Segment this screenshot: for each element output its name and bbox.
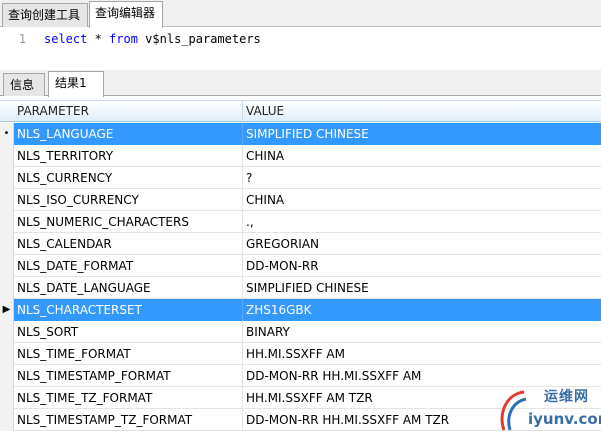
row-indicator[interactable] <box>0 233 14 255</box>
cell-parameter[interactable]: NLS_NUMERIC_CHARACTERS <box>14 211 243 233</box>
table-row[interactable]: NLS_DATE_FORMAT DD-MON-RR <box>0 255 601 277</box>
table-row[interactable]: NLS_ISO_CURRENCY CHINA <box>0 189 601 211</box>
cell-parameter[interactable]: NLS_TIMESTAMP_FORMAT <box>14 365 243 387</box>
cell-value[interactable]: ZHS16GBK <box>243 299 601 321</box>
cell-parameter[interactable]: NLS_ISO_CURRENCY <box>14 189 243 211</box>
watermark-name: 运维网 <box>544 389 589 405</box>
sql-editor[interactable]: 1 select * from v$nls_parameters <box>0 28 601 70</box>
tab-result-1[interactable]: 结果1 <box>48 71 104 97</box>
keyword-select: select <box>44 32 88 46</box>
table-row[interactable]: NLS_DATE_LANGUAGE SIMPLIFIED CHINESE <box>0 277 601 299</box>
table-row[interactable]: NLS_NUMERIC_CHARACTERS., <box>0 211 601 233</box>
cell-value[interactable]: GREGORIAN <box>243 233 601 255</box>
cell-parameter[interactable]: NLS_TIME_FORMAT <box>14 343 243 365</box>
cell-parameter[interactable]: NLS_SORT <box>14 321 243 343</box>
cell-value[interactable]: ., <box>243 211 601 233</box>
row-indicator[interactable] <box>0 343 14 365</box>
table-row[interactable]: NLS_CALENDAR GREGORIAN <box>0 233 601 255</box>
row-indicator[interactable] <box>0 387 14 409</box>
row-indicator[interactable] <box>0 277 14 299</box>
row-indicator[interactable] <box>0 365 14 387</box>
cell-parameter[interactable]: NLS_DATE_LANGUAGE <box>14 277 243 299</box>
keyword-from: from <box>109 32 138 46</box>
grid-header: PARAMETER VALUE <box>0 100 601 122</box>
watermark-url: iyunv.com <box>528 410 601 428</box>
row-indicator[interactable]: ▶ <box>0 299 14 321</box>
line-number: 1 <box>18 32 26 46</box>
cell-value[interactable]: BINARY <box>243 321 601 343</box>
result-tab-bar: 信息 结果1 <box>0 70 601 97</box>
cell-parameter[interactable]: NLS_DATE_FORMAT <box>14 255 243 277</box>
cell-parameter[interactable]: NLS_LANGUAGE <box>14 123 243 145</box>
table-row[interactable]: ▶ NLS_CHARACTERSET ZHS16GBK <box>0 299 601 321</box>
row-indicator[interactable] <box>0 211 14 233</box>
cell-parameter[interactable]: NLS_CURRENCY <box>14 167 243 189</box>
cell-value[interactable]: CHINA <box>243 145 601 167</box>
column-header-parameter[interactable]: PARAMETER <box>14 101 243 122</box>
cell-value[interactable]: SIMPLIFIED CHINESE <box>243 277 601 299</box>
row-indicator[interactable]: • <box>0 123 14 145</box>
code-star: * <box>87 32 110 46</box>
code-table-name: v$nls_parameters <box>137 32 261 46</box>
row-indicator[interactable] <box>0 255 14 277</box>
cell-value[interactable]: SIMPLIFIED CHINESE <box>243 123 601 145</box>
cell-value[interactable]: HH.MI.SSXFF AM <box>243 343 601 365</box>
table-row[interactable]: • NLS_LANGUAGE SIMPLIFIED CHINESE <box>0 123 601 145</box>
cell-parameter[interactable]: NLS_CALENDAR <box>14 233 243 255</box>
row-indicator[interactable] <box>0 321 14 343</box>
table-row[interactable]: NLS_SORT BINARY <box>0 321 601 343</box>
cell-value[interactable]: DD-MON-RR <box>243 255 601 277</box>
cell-parameter[interactable]: NLS_TERRITORY <box>14 145 243 167</box>
table-row[interactable]: NLS_TIME_FORMAT HH.MI.SSXFF AM <box>0 343 601 365</box>
row-indicator[interactable] <box>0 409 14 431</box>
tab-query-editor[interactable]: 查询编辑器 <box>89 1 163 28</box>
table-row[interactable]: NLS_TERRITORY CHINA <box>0 145 601 167</box>
tab-info[interactable]: 信息 <box>3 73 45 97</box>
row-indicator[interactable] <box>0 145 14 167</box>
cell-parameter[interactable]: NLS_CHARACTERSET <box>14 299 243 321</box>
row-indicator[interactable] <box>0 167 14 189</box>
tab-query-builder[interactable]: 查询创建工具 <box>2 3 88 27</box>
cell-parameter[interactable]: NLS_TIME_TZ_FORMAT <box>14 387 243 409</box>
cell-parameter[interactable]: NLS_TIMESTAMP_TZ_FORMAT <box>14 409 243 431</box>
sql-code-line[interactable]: select * from v$nls_parameters <box>44 32 261 46</box>
column-header-value[interactable]: VALUE <box>243 101 601 122</box>
table-row[interactable]: NLS_CURRENCY? <box>0 167 601 189</box>
row-indicator[interactable] <box>0 189 14 211</box>
cell-value[interactable]: CHINA <box>243 189 601 211</box>
top-tab-bar: 查询创建工具 查询编辑器 <box>0 0 601 28</box>
cell-value[interactable]: ? <box>243 167 601 189</box>
